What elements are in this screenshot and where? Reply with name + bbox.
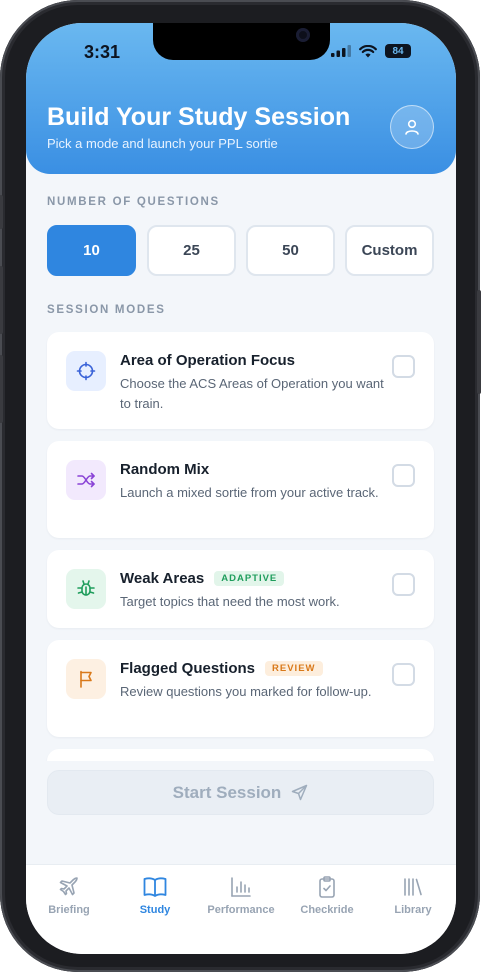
crosshair-icon: [66, 351, 106, 391]
mode-description: Launch a mixed sortie from your active t…: [120, 485, 379, 500]
modes-section-label: SESSION MODES: [47, 304, 166, 316]
tab-study[interactable]: Study: [112, 875, 198, 916]
mode-checkbox[interactable]: [392, 464, 415, 487]
send-icon: [292, 784, 308, 801]
mode-title: Weak Areas ADAPTIVE: [120, 570, 285, 587]
battery-icon: 84: [385, 44, 411, 58]
camera-icon: [296, 28, 310, 42]
clipboard-check-icon: [319, 876, 335, 898]
app-screen: 3:31 84 Build Your Study Session Pick a …: [26, 23, 456, 954]
review-badge: REVIEW: [265, 661, 323, 676]
mode-description: Review questions you marked for follow-u…: [120, 684, 372, 699]
library-icon: [404, 878, 422, 896]
notch: [153, 23, 330, 60]
mode-title: Area of Operation Focus: [120, 352, 296, 369]
signal-icon: [331, 45, 351, 57]
side-button-left-2: [0, 266, 3, 334]
status-icons: 84: [331, 44, 411, 58]
adaptive-badge: ADAPTIVE: [214, 571, 285, 586]
profile-button[interactable]: [390, 105, 434, 149]
page-title: Build Your Study Session: [47, 103, 351, 131]
start-session-button[interactable]: Start Session: [47, 770, 434, 815]
tab-label: Library: [394, 904, 432, 916]
start-session-label: Start Session: [172, 782, 282, 802]
flag-icon: [66, 659, 106, 699]
mode-card-area-of-operation[interactable]: Area of Operation Focus Choose the ACS A…: [47, 332, 434, 429]
bug-icon: [66, 569, 106, 609]
side-button-right: [477, 290, 481, 394]
tab-checkride[interactable]: Checkride: [284, 875, 370, 916]
tab-label: Briefing: [48, 904, 90, 916]
mode-description: Choose the ACS Areas of Operation you wa…: [120, 376, 384, 411]
plane-icon: [59, 877, 78, 896]
tab-label: Study: [139, 904, 171, 916]
tab-label: Performance: [207, 904, 275, 916]
user-icon: [405, 119, 419, 135]
questions-section-label: NUMBER OF QUESTIONS: [47, 196, 220, 208]
mode-card-random-mix[interactable]: Random Mix Launch a mixed sortie from yo…: [47, 441, 434, 538]
header: 3:31 84 Build Your Study Session Pick a …: [26, 23, 456, 174]
mode-title: Random Mix: [120, 461, 210, 478]
mode-description: Target topics that need the most work.: [120, 594, 340, 609]
mode-title: Flagged Questions REVIEW: [120, 660, 323, 677]
question-count-10-button[interactable]: 10: [47, 225, 136, 276]
mode-card-flagged-questions[interactable]: Flagged Questions REVIEW Review question…: [47, 640, 434, 737]
question-count-50-button[interactable]: 50: [246, 225, 335, 276]
bar-chart-icon: [231, 877, 251, 897]
tab-briefing[interactable]: Briefing: [26, 875, 112, 916]
question-count-custom-button[interactable]: Custom: [345, 225, 434, 276]
tab-bar: Briefing Study Performance Checkride Lib…: [26, 864, 456, 954]
mode-checkbox[interactable]: [392, 573, 415, 596]
tab-performance[interactable]: Performance: [198, 875, 284, 916]
book-icon: [143, 877, 167, 897]
shuffle-icon: [66, 460, 106, 500]
tab-library[interactable]: Library: [370, 875, 456, 916]
side-button-left-1: [0, 195, 3, 229]
mode-checkbox[interactable]: [392, 663, 415, 686]
wifi-icon: [359, 44, 377, 57]
question-count-25-button[interactable]: 25: [147, 225, 236, 276]
side-button-left-3: [0, 355, 3, 423]
tab-label: Checkride: [300, 904, 354, 916]
page-subtitle: Pick a mode and launch your PPL sortie: [47, 136, 278, 151]
start-area: Start Session: [26, 761, 456, 864]
status-time: 3:31: [84, 42, 121, 62]
mode-checkbox[interactable]: [392, 355, 415, 378]
mode-card-weak-areas[interactable]: Weak Areas ADAPTIVE Target topics that n…: [47, 550, 434, 628]
